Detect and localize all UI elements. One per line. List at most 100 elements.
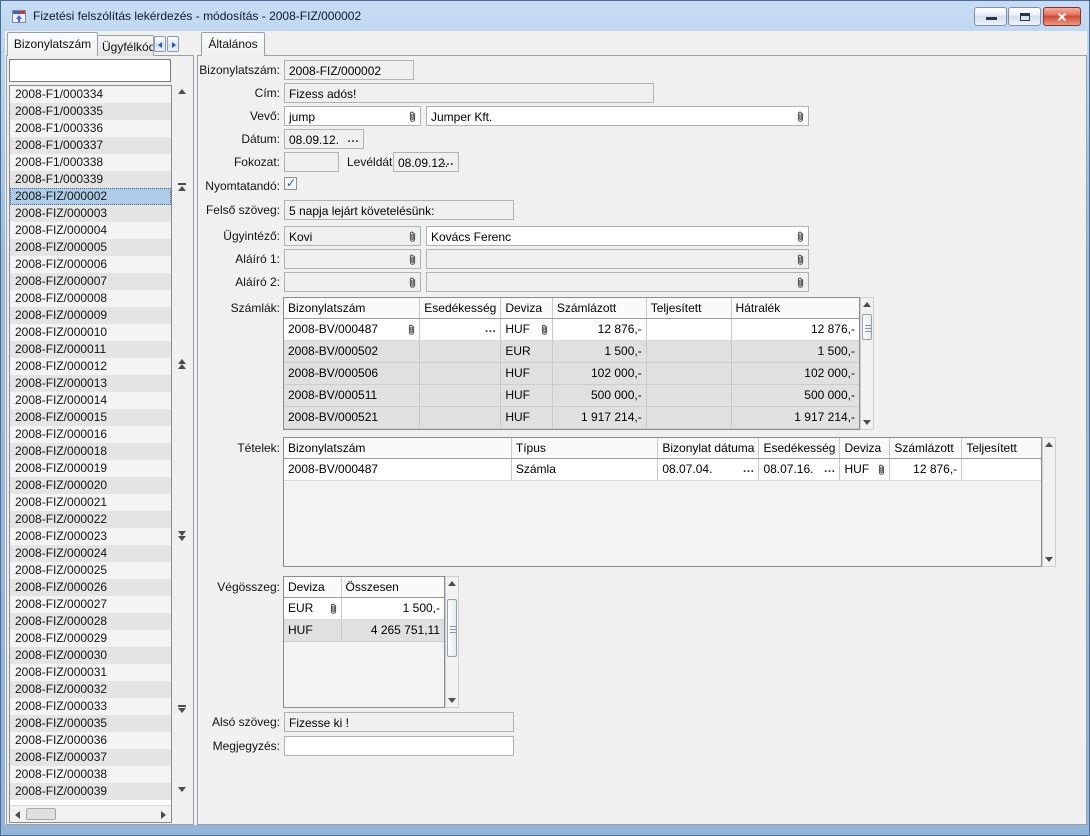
paperclip-icon[interactable] xyxy=(796,230,805,243)
paperclip-icon[interactable] xyxy=(408,276,417,289)
list-item[interactable]: 2008-FIZ/000004 xyxy=(10,222,171,239)
also-szoveg-field[interactable]: Fizesse ki ! xyxy=(284,712,514,732)
list-item[interactable]: 2008-FIZ/000035 xyxy=(10,715,171,732)
list-item[interactable]: 2008-FIZ/000013 xyxy=(10,375,171,392)
paperclip-icon[interactable] xyxy=(796,253,805,266)
column-header[interactable]: Deviza xyxy=(284,577,341,597)
list-item[interactable]: 2008-FIZ/000026 xyxy=(10,579,171,596)
column-header[interactable]: Számlázott xyxy=(890,438,962,458)
list-horizontal-scrollbar[interactable] xyxy=(10,805,171,822)
list-item[interactable]: 2008-FIZ/000029 xyxy=(10,630,171,647)
scroll-down-icon[interactable] xyxy=(1045,557,1053,562)
cell[interactable]: 08.07.16.… xyxy=(759,458,840,480)
list-item[interactable]: 2008-FIZ/000007 xyxy=(10,273,171,290)
paperclip-icon[interactable] xyxy=(540,323,549,336)
cell[interactable]: … xyxy=(420,318,501,340)
vevo-name-field[interactable]: Jumper Kft. xyxy=(426,106,809,126)
list-item[interactable]: 2008-FIZ/000020 xyxy=(10,477,171,494)
vegosszeg-table[interactable]: Deviza Összesen EUR 1 500,- HUF 4 265 75… xyxy=(283,576,445,708)
cell[interactable]: 12 876,- xyxy=(890,458,962,480)
cell[interactable] xyxy=(646,318,731,340)
list-item[interactable]: 2008-FIZ/000030 xyxy=(10,647,171,664)
tetelek-table[interactable]: Bizonylatszám Típus Bizonylat dátuma Ese… xyxy=(283,437,1042,567)
cell[interactable]: 2008-BV/000487 xyxy=(284,458,511,480)
leveldatum-field[interactable]: 08.09.12.… xyxy=(393,152,459,172)
column-header[interactable]: Bizonylatszám xyxy=(284,298,420,318)
cell[interactable]: HUF xyxy=(284,619,341,641)
column-header[interactable]: Összesen xyxy=(341,577,444,597)
list-item[interactable]: 2008-F1/000335 xyxy=(10,103,171,120)
cell[interactable]: 1 500,- xyxy=(731,340,859,362)
cell[interactable]: HUF xyxy=(501,384,552,406)
strip-pagedown-icon[interactable] xyxy=(175,531,189,541)
cell[interactable]: HUF xyxy=(840,458,890,480)
list-item[interactable]: 2008-FIZ/000003 xyxy=(10,205,171,222)
list-item[interactable]: 2008-FIZ/000027 xyxy=(10,596,171,613)
vegosszeg-scrollbar[interactable] xyxy=(445,576,459,708)
list-item[interactable]: 2008-F1/000338 xyxy=(10,154,171,171)
felso-szoveg-field[interactable]: 5 napja lejárt követelésünk: xyxy=(284,200,514,220)
cell[interactable]: HUF xyxy=(501,318,552,340)
column-header[interactable]: Teljesített xyxy=(646,298,731,318)
cell[interactable]: 102 000,- xyxy=(552,362,646,384)
column-header[interactable]: Teljesített xyxy=(962,438,1041,458)
strip-last-icon[interactable] xyxy=(175,705,189,713)
cell[interactable]: EUR xyxy=(284,597,341,619)
bizonylatszam-field[interactable]: 2008-FIZ/000002 xyxy=(284,60,414,80)
scrollbar-thumb[interactable] xyxy=(26,808,56,820)
scroll-up-icon[interactable] xyxy=(863,302,871,307)
paperclip-icon[interactable] xyxy=(329,602,338,615)
list-item[interactable]: 2008-FIZ/000011 xyxy=(10,341,171,358)
list-item[interactable]: 2008-FIZ/000018 xyxy=(10,443,171,460)
cell[interactable] xyxy=(420,406,501,428)
cell[interactable]: HUF xyxy=(501,406,552,428)
paperclip-icon[interactable] xyxy=(408,110,417,123)
list-item[interactable]: 2008-FIZ/000037 xyxy=(10,749,171,766)
ugyintezo-code-field[interactable]: Kovi xyxy=(284,226,421,246)
list-item[interactable]: 2008-FIZ/000031 xyxy=(10,664,171,681)
list-item[interactable]: 2008-F1/000336 xyxy=(10,120,171,137)
ellipsis-button[interactable]: … xyxy=(742,461,754,475)
list-item[interactable]: 2008-FIZ/000006 xyxy=(10,256,171,273)
alairo2-code-field[interactable] xyxy=(284,272,421,292)
list-item[interactable]: 2008-FIZ/000005 xyxy=(10,239,171,256)
list-item[interactable]: 2008-FIZ/000021 xyxy=(10,494,171,511)
list-item[interactable]: 2008-FIZ/000012 xyxy=(10,358,171,375)
tab-ugyfelkod[interactable]: Ügyfélkód xyxy=(97,35,154,56)
tab-scroll-left-button[interactable] xyxy=(154,36,166,52)
tetelek-scrollbar[interactable] xyxy=(1042,437,1056,567)
ellipsis-button[interactable]: … xyxy=(442,154,454,168)
cell[interactable]: 1 917 214,- xyxy=(552,406,646,428)
cell[interactable]: 12 876,- xyxy=(552,318,646,340)
column-header[interactable]: Deviza xyxy=(840,438,890,458)
list-item[interactable]: 2008-FIZ/000009 xyxy=(10,307,171,324)
minimize-button[interactable] xyxy=(974,7,1007,26)
cell[interactable] xyxy=(646,340,731,362)
tab-scroll-right-button[interactable] xyxy=(167,36,179,52)
cell[interactable]: HUF xyxy=(501,362,552,384)
alairo1-code-field[interactable] xyxy=(284,249,421,269)
vevo-code-field[interactable]: jump xyxy=(284,106,421,126)
cim-field[interactable]: Fizess adós! xyxy=(284,83,654,103)
szamlak-scrollbar[interactable] xyxy=(860,297,874,430)
column-header[interactable]: Bizonylatszám xyxy=(284,438,511,458)
maximize-button[interactable] xyxy=(1008,7,1041,26)
list-item[interactable]: 2008-FIZ/000022 xyxy=(10,511,171,528)
alairo1-name-field[interactable] xyxy=(426,249,809,269)
nyomtatando-checkbox[interactable]: ✓ xyxy=(284,177,297,190)
cell[interactable]: 1 917 214,- xyxy=(731,406,859,428)
scroll-left-icon[interactable] xyxy=(15,811,20,819)
cell[interactable]: 500 000,- xyxy=(731,384,859,406)
list-item[interactable]: 2008-FIZ/000023 xyxy=(10,528,171,545)
list-item[interactable]: 2008-FIZ/000008 xyxy=(10,290,171,307)
cell[interactable]: 2008-BV/000511 xyxy=(284,384,420,406)
fokozat-field[interactable] xyxy=(284,152,339,172)
ellipsis-button[interactable]: … xyxy=(347,131,359,145)
list-item[interactable]: 2008-F1/000339 xyxy=(10,171,171,188)
list-item[interactable]: 2008-FIZ/000032 xyxy=(10,681,171,698)
cell[interactable] xyxy=(420,362,501,384)
list-item[interactable]: 2008-F1/000337 xyxy=(10,137,171,154)
cell[interactable]: 08.07.04.… xyxy=(658,458,759,480)
list-item[interactable]: 2008-FIZ/000010 xyxy=(10,324,171,341)
scrollbar-thumb[interactable] xyxy=(447,599,457,657)
